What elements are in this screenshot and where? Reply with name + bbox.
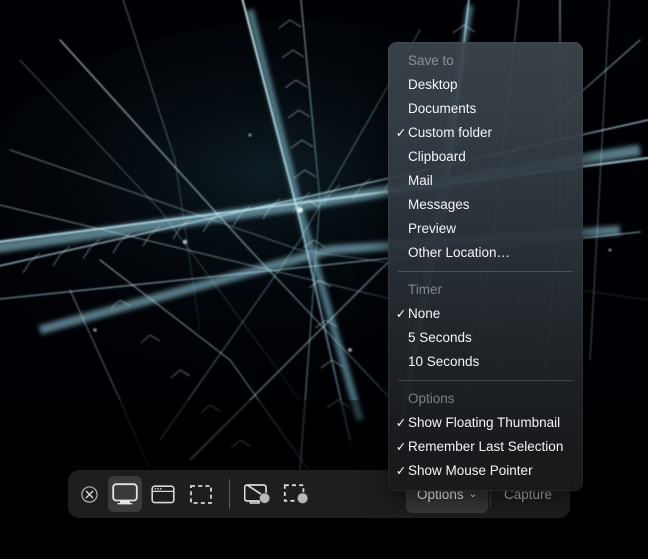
options-menu: Save to Desktop Documents ✓ Custom folde… xyxy=(388,42,583,491)
menu-item-timer-none[interactable]: ✓ None xyxy=(388,302,583,326)
menu-item-label: Remember Last Selection xyxy=(408,439,564,454)
toolbar-divider xyxy=(229,479,230,509)
menu-item-desktop[interactable]: Desktop xyxy=(388,73,583,97)
menu-section-header-save-to: Save to xyxy=(408,53,454,68)
menu-item-custom-folder[interactable]: ✓ Custom folder xyxy=(388,121,583,145)
checkmark-icon: ✓ xyxy=(395,307,407,321)
record-entire-screen-button[interactable] xyxy=(241,476,275,512)
menu-item-label: Documents xyxy=(408,101,477,116)
checkmark-icon: ✓ xyxy=(395,126,407,140)
menu-item-mail[interactable]: Mail xyxy=(388,169,583,193)
menu-item-label: Other Location… xyxy=(408,245,511,260)
menu-item-documents[interactable]: Documents xyxy=(388,97,583,121)
menu-item-timer-10-seconds[interactable]: 10 Seconds xyxy=(388,350,583,374)
menu-item-label: 10 Seconds xyxy=(408,354,480,369)
menu-divider xyxy=(398,380,573,381)
screen-icon xyxy=(112,483,138,505)
menu-item-label: Preview xyxy=(408,221,457,236)
menu-item-remember-last-selection[interactable]: ✓ Remember Last Selection xyxy=(388,435,583,459)
menu-item-timer-5-seconds[interactable]: 5 Seconds xyxy=(388,326,583,350)
close-button[interactable] xyxy=(78,483,100,505)
menu-item-clipboard[interactable]: Clipboard xyxy=(388,145,583,169)
selection-icon xyxy=(190,484,212,504)
menu-item-label: Clipboard xyxy=(408,149,466,164)
menu-item-label: 5 Seconds xyxy=(408,330,472,345)
screen-record-icon xyxy=(244,484,271,504)
menu-item-label: Desktop xyxy=(408,77,458,92)
menu-divider xyxy=(398,271,573,272)
chevron-down-icon: ⌄ xyxy=(468,489,477,500)
close-icon xyxy=(80,485,98,503)
menu-item-label: None xyxy=(408,306,441,321)
record-selected-portion-button[interactable] xyxy=(279,476,313,512)
checkmark-icon: ✓ xyxy=(395,416,407,430)
menu-item-messages[interactable]: Messages xyxy=(388,193,583,217)
window-icon xyxy=(151,484,175,503)
capture-selected-window-button[interactable] xyxy=(146,476,180,512)
checkmark-icon: ✓ xyxy=(395,464,407,478)
menu-item-label: Show Mouse Pointer xyxy=(408,463,533,478)
menu-item-label: Show Floating Thumbnail xyxy=(408,415,561,430)
menu-item-label: Messages xyxy=(408,197,470,212)
menu-item-show-mouse-pointer[interactable]: ✓ Show Mouse Pointer xyxy=(388,459,583,483)
menu-item-label: Custom folder xyxy=(408,125,493,140)
menu-item-label: Mail xyxy=(408,173,433,188)
menu-section-header-timer: Timer xyxy=(408,282,442,297)
menu-item-preview[interactable]: Preview xyxy=(388,217,583,241)
capture-entire-screen-button[interactable] xyxy=(108,476,142,512)
menu-item-show-floating-thumbnail[interactable]: ✓ Show Floating Thumbnail xyxy=(388,411,583,435)
capture-selected-portion-button[interactable] xyxy=(184,476,218,512)
menu-item-other-location[interactable]: Other Location… xyxy=(388,241,583,265)
selection-record-icon xyxy=(283,484,308,505)
desktop-screen: Options ⌄ Capture Save to Desktop Docume… xyxy=(0,0,648,559)
menu-section-header-options: Options xyxy=(408,391,455,406)
checkmark-icon: ✓ xyxy=(395,440,407,454)
